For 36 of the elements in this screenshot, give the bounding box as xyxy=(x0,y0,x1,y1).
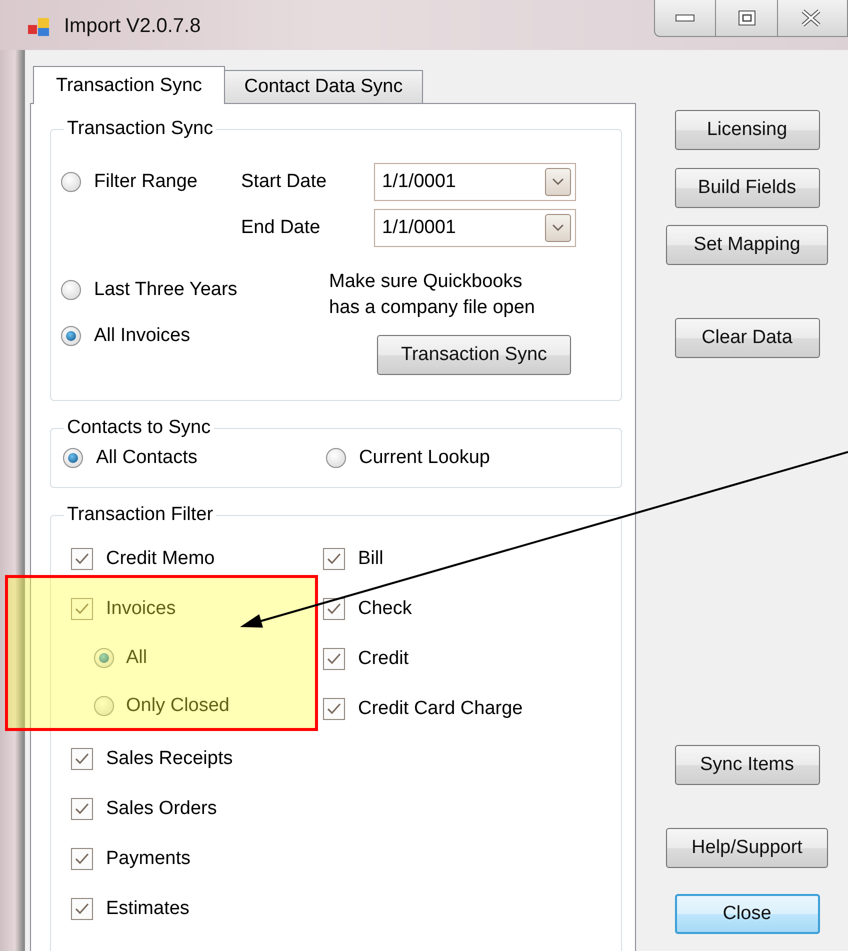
radio-label[interactable]: All Invoices xyxy=(94,325,190,347)
radio-label[interactable]: All xyxy=(126,647,148,669)
field-label: Start Date xyxy=(241,171,328,193)
radio-label[interactable]: Only Closed xyxy=(126,694,230,716)
action-button[interactable]: Help/Support xyxy=(666,828,828,868)
checkbox-label[interactable]: Sales Orders xyxy=(106,798,217,820)
action-button[interactable]: Licensing xyxy=(674,110,820,150)
action-button[interactable]: Clear Data xyxy=(674,318,820,358)
checkbox-label[interactable]: Credit xyxy=(358,648,409,670)
action-button[interactable]: Build Fields xyxy=(674,168,820,208)
date-field[interactable]: 1/1/0001 xyxy=(374,163,576,201)
action-button[interactable]: Close xyxy=(674,894,820,934)
checkbox-label[interactable]: Sales Receipts xyxy=(106,748,233,770)
date-field[interactable]: 1/1/0001 xyxy=(374,209,576,247)
radio-label[interactable]: Current Lookup xyxy=(359,447,490,469)
checkbox-label[interactable]: Invoices xyxy=(106,598,176,620)
checkbox-label[interactable]: Credit Memo xyxy=(106,548,215,570)
action-button[interactable]: Set Mapping xyxy=(666,225,828,265)
note-text: Make sure Quickbooks has a company file open xyxy=(329,270,535,320)
radio-label[interactable]: Last Three Years xyxy=(94,279,238,301)
group-title: Transaction Filter xyxy=(66,504,214,526)
checkbox-label[interactable]: Check xyxy=(358,598,412,620)
checkbox-label[interactable]: Credit Card Charge xyxy=(358,698,523,720)
tab[interactable]: Transaction Sync xyxy=(33,66,225,104)
action-button[interactable]: Sync Items xyxy=(674,745,820,785)
radio-label[interactable]: Filter Range xyxy=(94,171,198,193)
group-title: Contacts to Sync xyxy=(66,417,212,439)
tab[interactable]: Contact Data Sync xyxy=(225,70,423,103)
group-title: Transaction Sync xyxy=(66,118,214,140)
checkbox-label[interactable]: Payments xyxy=(106,848,190,870)
window-title: Import V2.0.7.8 xyxy=(64,15,201,38)
field-label: End Date xyxy=(241,217,322,239)
transaction-sync-button[interactable]: Transaction Sync xyxy=(377,335,571,375)
checkbox-label[interactable]: Bill xyxy=(358,548,384,570)
radio-label[interactable]: All Contacts xyxy=(96,447,198,469)
checkbox-label[interactable]: Estimates xyxy=(106,898,190,920)
